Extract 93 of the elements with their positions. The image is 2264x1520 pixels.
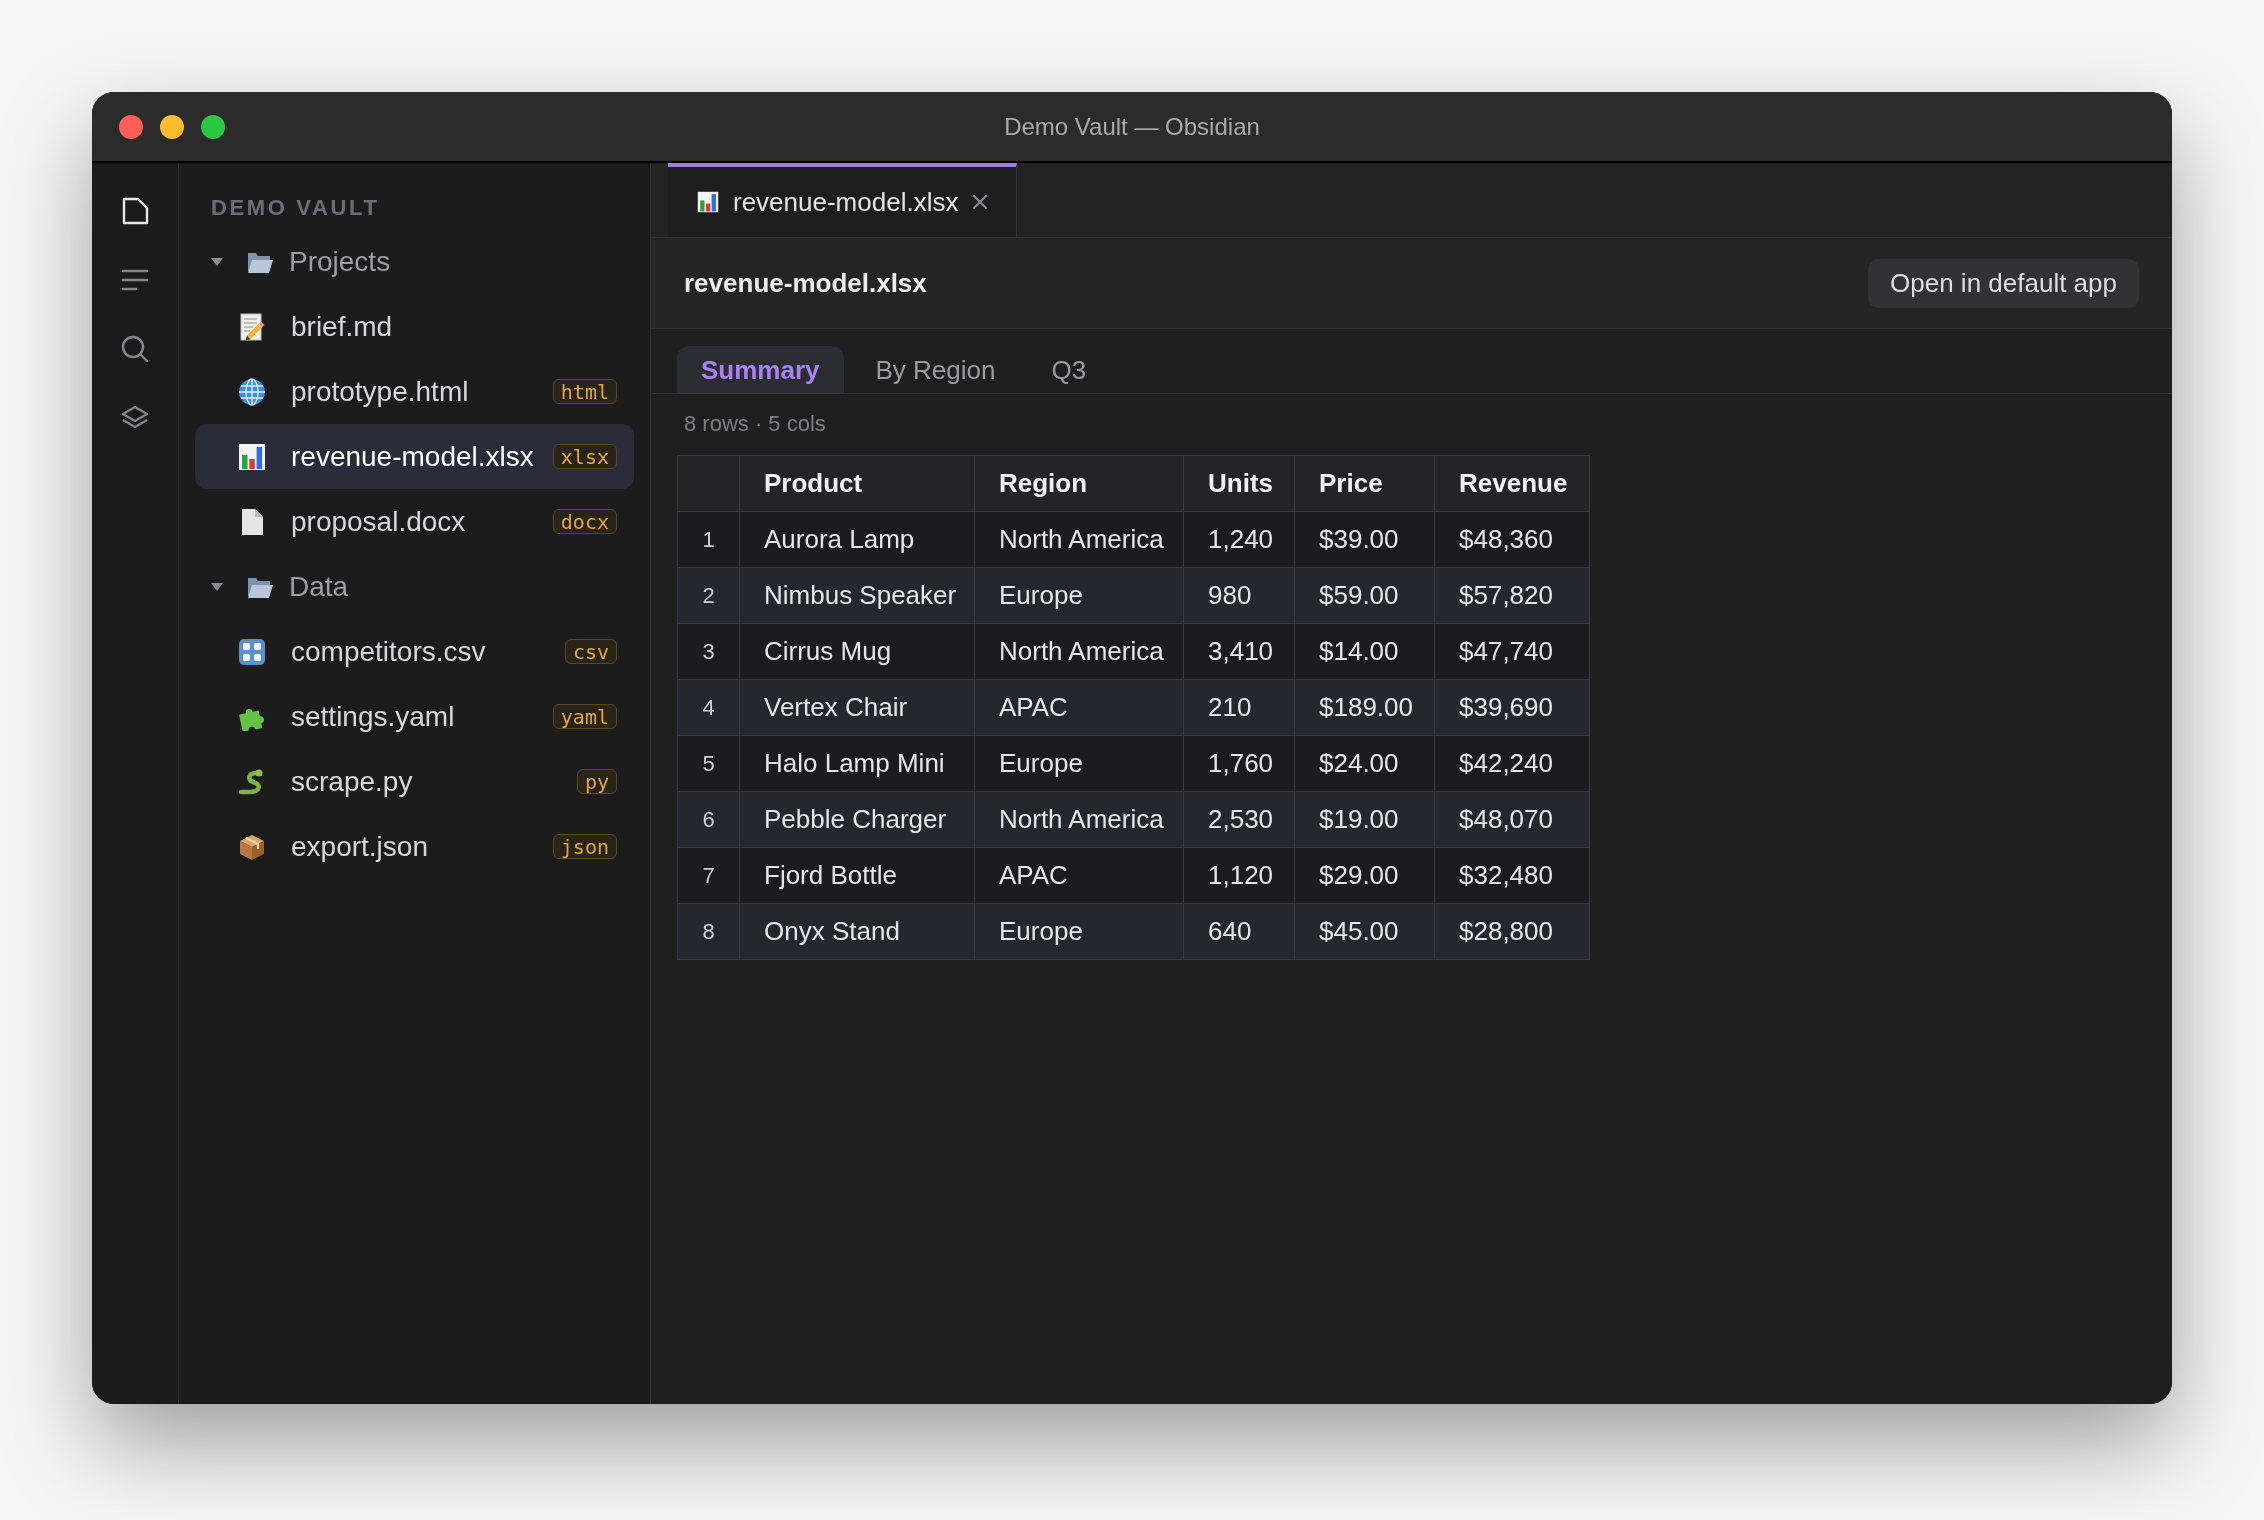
table-cell: $39.00	[1294, 511, 1435, 568]
file-type-tag: docx	[552, 509, 617, 534]
window-close-icon[interactable]	[119, 114, 143, 139]
file-type-tag: json	[552, 834, 617, 859]
row-number: 4	[677, 679, 740, 736]
file-type-tag: yaml	[552, 704, 617, 729]
table-cell: Pebble Charger	[739, 791, 975, 848]
search-icon[interactable]	[121, 335, 149, 363]
table-cell: $28,800	[1434, 903, 1590, 960]
table-cell: 1,240	[1183, 511, 1295, 568]
row-number: 3	[677, 623, 740, 680]
window-minimize-icon[interactable]	[160, 114, 184, 139]
table-cell: 640	[1183, 903, 1295, 960]
column-header: Price	[1294, 455, 1435, 512]
table-cell: 210	[1183, 679, 1295, 736]
table-cell: $19.00	[1294, 791, 1435, 848]
file-type-tag: py	[576, 769, 617, 794]
row-number: 2	[677, 567, 740, 624]
table-cell: 1,760	[1183, 735, 1295, 792]
table-cell: 3,410	[1183, 623, 1295, 680]
table-cell: Cirrus Mug	[739, 623, 975, 680]
file-icon[interactable]	[121, 197, 149, 225]
table-cell: $24.00	[1294, 735, 1435, 792]
row-number: 8	[677, 903, 740, 960]
row-number: 7	[677, 847, 740, 904]
file-title: revenue-model.xlsx	[684, 267, 927, 299]
table-cell: $57,820	[1434, 567, 1590, 624]
table-cell: $59.00	[1294, 567, 1435, 624]
vault-title: DEMO VAULT	[211, 194, 380, 222]
table-cell: Europe	[974, 903, 1184, 960]
table-cell: $42,240	[1434, 735, 1590, 792]
table-cell: Onyx Stand	[739, 903, 975, 960]
table-size-text: 8 rows · 5 cols	[684, 411, 826, 436]
bar-chart-icon	[238, 442, 266, 471]
open-default-app-button[interactable]: Open in default app	[1868, 258, 2139, 308]
table-cell: $47,740	[1434, 623, 1590, 680]
row-number: 6	[677, 791, 740, 848]
file-item[interactable]: proposal.docx docx	[195, 489, 634, 554]
column-header: Units	[1183, 455, 1295, 512]
sheet-tab[interactable]: By Region	[851, 346, 1020, 393]
table-cell: $189.00	[1294, 679, 1435, 736]
close-icon[interactable]	[973, 195, 987, 209]
table-cell: APAC	[974, 679, 1184, 736]
file-item[interactable]: competitors.csv csv	[195, 619, 634, 684]
folder-item[interactable]: Projects	[195, 229, 634, 294]
table-cell: North America	[974, 791, 1184, 848]
file-type-tag: csv	[564, 639, 617, 664]
column-header: Revenue	[1434, 455, 1590, 512]
table-cell: $29.00	[1294, 847, 1435, 904]
memo-pencil-icon	[238, 312, 266, 341]
editor-tab[interactable]: revenue-model.xlsx	[668, 163, 1017, 237]
table-cell: $48,360	[1434, 511, 1590, 568]
window-zoom-icon[interactable]	[201, 114, 225, 139]
package-box-icon	[238, 832, 266, 861]
file-item[interactable]: settings.yaml yaml	[195, 684, 634, 749]
folder-item[interactable]: Data	[195, 554, 634, 619]
table-cell: Vertex Chair	[739, 679, 975, 736]
table-cell: $39,690	[1434, 679, 1590, 736]
file-item[interactable]: brief.md	[195, 294, 634, 359]
sheet-tab[interactable]: Q3	[1027, 346, 1111, 393]
table-cell: Fjord Bottle	[739, 847, 975, 904]
table-cell: 980	[1183, 567, 1295, 624]
caret-icon[interactable]	[211, 257, 223, 266]
table-cell: Europe	[974, 735, 1184, 792]
table-cell: Nimbus Speaker	[739, 567, 975, 624]
table-cell: 1,120	[1183, 847, 1295, 904]
bar-chart-icon	[697, 191, 719, 213]
column-header: Region	[974, 455, 1184, 512]
file-item[interactable]: export.json json	[195, 814, 634, 879]
table-cell: APAC	[974, 847, 1184, 904]
table-cell: North America	[974, 511, 1184, 568]
table-cell: $14.00	[1294, 623, 1435, 680]
file-item[interactable]: prototype.html html	[195, 359, 634, 424]
grid-tile-icon	[238, 637, 266, 666]
file-type-tag: html	[552, 379, 617, 404]
table-cell: $45.00	[1294, 903, 1435, 960]
table-cell: 2,530	[1183, 791, 1295, 848]
sheet-tab[interactable]: Summary	[677, 346, 844, 393]
window-title: Demo Vault — Obsidian	[1004, 111, 1260, 142]
caret-icon[interactable]	[211, 582, 223, 591]
file-item[interactable]: revenue-model.xlsx xlsx	[195, 424, 634, 489]
column-header: Product	[739, 455, 975, 512]
row-number: 5	[677, 735, 740, 792]
file-type-tag: xlsx	[552, 444, 617, 469]
table-cell: Halo Lamp Mini	[739, 735, 975, 792]
table-cell: $48,070	[1434, 791, 1590, 848]
row-number: 1	[677, 511, 740, 568]
table-cell: North America	[974, 623, 1184, 680]
file-item[interactable]: scrape.py py	[195, 749, 634, 814]
table-cell: $32,480	[1434, 847, 1590, 904]
table-cell: Europe	[974, 567, 1184, 624]
table-cell: Aurora Lamp	[739, 511, 975, 568]
globe-icon	[238, 377, 266, 406]
